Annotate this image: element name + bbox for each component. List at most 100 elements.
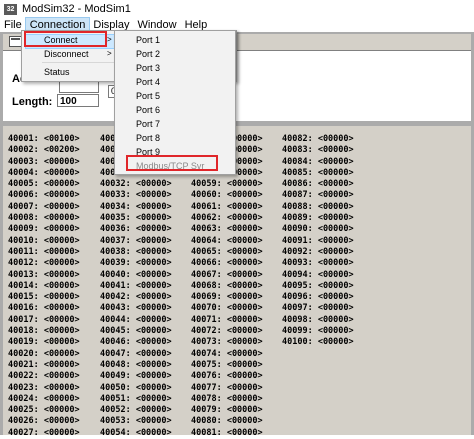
- submenu-port-1[interactable]: Port 1: [136, 35, 160, 45]
- menu-item-status[interactable]: Status: [44, 67, 70, 77]
- register-value[interactable]: 40013: <00000>: [8, 270, 80, 281]
- register-value[interactable]: 40074: <00000>: [191, 349, 263, 360]
- register-value[interactable]: 40067: <00000>: [191, 270, 263, 281]
- submenu-port-8[interactable]: Port 8: [136, 133, 160, 143]
- register-value[interactable]: 40076: <00000>: [191, 371, 263, 382]
- register-value[interactable]: 40019: <00000>: [8, 337, 80, 348]
- register-value[interactable]: 40006: <00000>: [8, 190, 80, 201]
- register-value[interactable]: 40049: <00000>: [100, 371, 172, 382]
- register-value[interactable]: 40079: <00000>: [191, 405, 263, 416]
- register-value[interactable]: 40093: <00000>: [282, 258, 354, 269]
- register-value[interactable]: 40012: <00000>: [8, 258, 80, 269]
- app-icon[interactable]: 32: [4, 3, 17, 15]
- register-value[interactable]: 40048: <00000>: [100, 360, 172, 371]
- register-value[interactable]: 40066: <00000>: [191, 258, 263, 269]
- register-value[interactable]: 40046: <00000>: [100, 337, 172, 348]
- register-value[interactable]: 40001: <00100>: [8, 134, 80, 145]
- submenu-port-7[interactable]: Port 7: [136, 119, 160, 129]
- register-value[interactable]: 40010: <00000>: [8, 236, 80, 247]
- register-value[interactable]: 40036: <00000>: [100, 224, 172, 235]
- register-value[interactable]: 40039: <00000>: [100, 258, 172, 269]
- register-value[interactable]: 40086: <00000>: [282, 179, 354, 190]
- register-value[interactable]: 40090: <00000>: [282, 224, 354, 235]
- register-value[interactable]: 40050: <00000>: [100, 383, 172, 394]
- register-value[interactable]: 40068: <00000>: [191, 281, 263, 292]
- register-value[interactable]: 40037: <00000>: [100, 236, 172, 247]
- register-value[interactable]: 40007: <00000>: [8, 202, 80, 213]
- register-value[interactable]: 40100: <00000>: [282, 337, 354, 348]
- register-value[interactable]: 40009: <00000>: [8, 224, 80, 235]
- register-value[interactable]: 40045: <00000>: [100, 326, 172, 337]
- register-value[interactable]: 40088: <00000>: [282, 202, 354, 213]
- register-value[interactable]: 40016: <00000>: [8, 303, 80, 314]
- register-value[interactable]: 40084: <00000>: [282, 157, 354, 168]
- register-value[interactable]: 40042: <00000>: [100, 292, 172, 303]
- register-value[interactable]: 40034: <00000>: [100, 202, 172, 213]
- register-value[interactable]: 40097: <00000>: [282, 303, 354, 314]
- register-value[interactable]: 40053: <00000>: [100, 416, 172, 427]
- register-value[interactable]: 40075: <00000>: [191, 360, 263, 371]
- register-value[interactable]: 40033: <00000>: [100, 190, 172, 201]
- register-value[interactable]: 40082: <00000>: [282, 134, 354, 145]
- register-value[interactable]: 40003: <00000>: [8, 157, 80, 168]
- register-value[interactable]: 40087: <00000>: [282, 190, 354, 201]
- register-value[interactable]: 40014: <00000>: [8, 281, 80, 292]
- register-value[interactable]: 40069: <00000>: [191, 292, 263, 303]
- submenu-port-4[interactable]: Port 4: [136, 77, 160, 87]
- length-input[interactable]: 100: [57, 94, 99, 107]
- register-value[interactable]: 40051: <00000>: [100, 394, 172, 405]
- register-value[interactable]: 40094: <00000>: [282, 270, 354, 281]
- register-value[interactable]: 40080: <00000>: [191, 416, 263, 427]
- register-value[interactable]: 40091: <00000>: [282, 236, 354, 247]
- register-value[interactable]: 40072: <00000>: [191, 326, 263, 337]
- register-value[interactable]: 40040: <00000>: [100, 270, 172, 281]
- register-value[interactable]: 40024: <00000>: [8, 394, 80, 405]
- register-value[interactable]: 40054: <00000>: [100, 428, 172, 439]
- register-value[interactable]: 40095: <00000>: [282, 281, 354, 292]
- submenu-port-6[interactable]: Port 6: [136, 105, 160, 115]
- register-value[interactable]: 40098: <00000>: [282, 315, 354, 326]
- register-value[interactable]: 40070: <00000>: [191, 303, 263, 314]
- register-value[interactable]: 40020: <00000>: [8, 349, 80, 360]
- register-value[interactable]: 40004: <00000>: [8, 168, 80, 179]
- register-value[interactable]: 40062: <00000>: [191, 213, 263, 224]
- register-value[interactable]: 40041: <00000>: [100, 281, 172, 292]
- register-value[interactable]: 40005: <00000>: [8, 179, 80, 190]
- register-value[interactable]: 40060: <00000>: [191, 190, 263, 201]
- register-value[interactable]: 40078: <00000>: [191, 394, 263, 405]
- submenu-port-2[interactable]: Port 2: [136, 49, 160, 59]
- register-value[interactable]: 40025: <00000>: [8, 405, 80, 416]
- register-value[interactable]: 40026: <00000>: [8, 416, 80, 427]
- register-value[interactable]: 40018: <00000>: [8, 326, 80, 337]
- register-value[interactable]: 40065: <00000>: [191, 247, 263, 258]
- register-value[interactable]: 40008: <00000>: [8, 213, 80, 224]
- register-value[interactable]: 40081: <00000>: [191, 428, 263, 439]
- register-value[interactable]: 40063: <00000>: [191, 224, 263, 235]
- register-value[interactable]: 40023: <00000>: [8, 383, 80, 394]
- submenu-port-5[interactable]: Port 5: [136, 91, 160, 101]
- register-value[interactable]: 40043: <00000>: [100, 303, 172, 314]
- register-value[interactable]: 40038: <00000>: [100, 247, 172, 258]
- register-value[interactable]: 40061: <00000>: [191, 202, 263, 213]
- register-value[interactable]: 40035: <00000>: [100, 213, 172, 224]
- submenu-port-3[interactable]: Port 3: [136, 63, 160, 73]
- register-value[interactable]: 40092: <00000>: [282, 247, 354, 258]
- register-value[interactable]: 40002: <00200>: [8, 145, 80, 156]
- register-value[interactable]: 40083: <00000>: [282, 145, 354, 156]
- register-value[interactable]: 40052: <00000>: [100, 405, 172, 416]
- register-value[interactable]: 40021: <00000>: [8, 360, 80, 371]
- register-value[interactable]: 40027: <00000>: [8, 428, 80, 439]
- register-value[interactable]: 40022: <00000>: [8, 371, 80, 382]
- register-value[interactable]: 40064: <00000>: [191, 236, 263, 247]
- register-value[interactable]: 40044: <00000>: [100, 315, 172, 326]
- register-value[interactable]: 40011: <00000>: [8, 247, 80, 258]
- register-value[interactable]: 40099: <00000>: [282, 326, 354, 337]
- register-value[interactable]: 40059: <00000>: [191, 179, 263, 190]
- register-value[interactable]: 40096: <00000>: [282, 292, 354, 303]
- register-value[interactable]: 40077: <00000>: [191, 383, 263, 394]
- menu-item-disconnect[interactable]: Disconnect: [44, 49, 89, 59]
- register-value[interactable]: 40089: <00000>: [282, 213, 354, 224]
- register-value[interactable]: 40085: <00000>: [282, 168, 354, 179]
- register-value[interactable]: 40032: <00000>: [100, 179, 172, 190]
- register-value[interactable]: 40047: <00000>: [100, 349, 172, 360]
